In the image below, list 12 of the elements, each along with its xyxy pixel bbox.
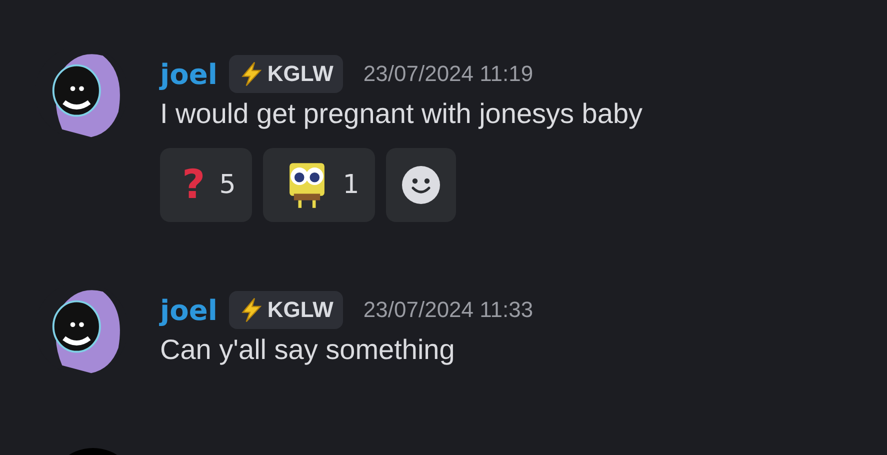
username[interactable]: joel xyxy=(160,294,218,326)
timestamp: 23/07/2024 11:19 xyxy=(363,61,534,87)
smiley-icon xyxy=(401,165,442,205)
message-text: Can y'all say something xyxy=(160,334,456,366)
reaction-button[interactable]: ? 5 xyxy=(160,148,252,222)
username[interactable]: joel xyxy=(160,58,218,90)
reaction-button[interactable]: 1 xyxy=(262,148,376,222)
role-label: KGLW xyxy=(267,297,334,323)
role-label: KGLW xyxy=(267,61,334,87)
message-text: I would get pregnant with jonesys baby xyxy=(160,98,643,130)
timestamp: 23/07/2024 11:33 xyxy=(363,297,534,323)
add-reaction-button[interactable] xyxy=(386,148,456,222)
